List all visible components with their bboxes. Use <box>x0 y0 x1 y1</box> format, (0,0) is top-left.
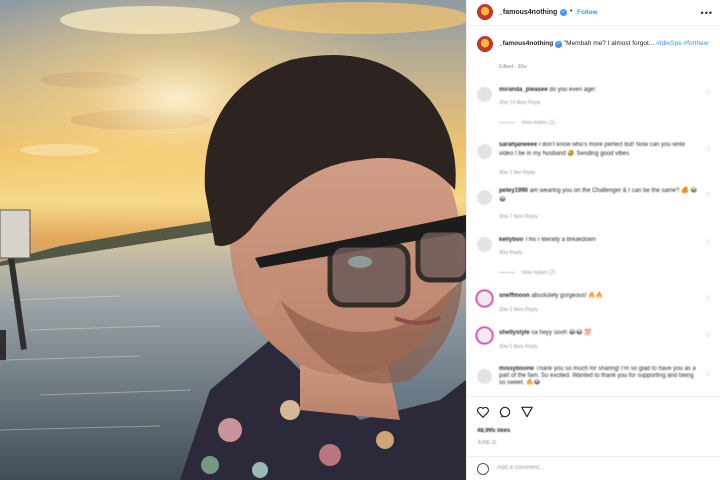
comment-like-icon[interactable]: ♡ <box>706 89 711 96</box>
action-bar <box>467 396 720 426</box>
comment-text: sarahjaneeee I don't know who's more per… <box>499 141 699 159</box>
comment-like-icon[interactable]: ♡ <box>706 371 711 378</box>
comment-avatar[interactable] <box>477 237 492 252</box>
comment-meta: 30w 7 likes Reply <box>499 214 538 220</box>
caption-username[interactable]: _famous4nothing <box>499 40 553 47</box>
verified-badge-icon: ✓ <box>554 41 562 48</box>
caption-avatar[interactable] <box>477 36 493 52</box>
view-replies-button[interactable]: View replies (2) <box>499 270 555 276</box>
comment-text: missyboone Thank you so much for sharing… <box>499 366 699 387</box>
add-comment-bar: Add a comment... <box>467 456 720 480</box>
comment-avatar[interactable] <box>477 190 492 205</box>
comment-avatar[interactable] <box>477 144 492 159</box>
comment-avatar-story[interactable] <box>477 328 492 343</box>
comment-body: absolutely gorgeous! 🔥🔥 <box>531 293 604 299</box>
author-username[interactable]: _famous4nothing <box>499 9 557 16</box>
comment-meta: 30w 2 likes Reply <box>499 307 538 313</box>
caption-text: _famous4nothing ✓ "Membah me? I almost f… <box>499 39 713 49</box>
likes-count[interactable]: 48,995 likes <box>477 428 510 434</box>
emoji-icon[interactable] <box>477 463 489 475</box>
comment-text: miranda_pleasee do you even age! <box>499 86 699 95</box>
add-comment-input[interactable]: Add a comment... <box>497 465 544 471</box>
post-photo <box>0 0 466 480</box>
comment-username[interactable]: missyboone <box>499 366 534 372</box>
caption-meta: Edited · 30w <box>499 64 527 70</box>
comment-text: shellystyle sa heyy oooh 😂😂 💯 <box>499 329 699 338</box>
post-date: JUNE 11 <box>477 440 497 446</box>
comment-icon[interactable] <box>498 405 512 419</box>
caption-hashtags[interactable]: #IdleSpe #forthew <box>656 40 708 47</box>
comment-avatar-story[interactable] <box>477 291 492 306</box>
more-options-icon[interactable]: ••• <box>701 8 713 18</box>
comment-like-icon[interactable]: ♡ <box>706 192 711 199</box>
comment-like-icon[interactable]: ♡ <box>706 239 711 246</box>
comment-like-icon[interactable]: ♡ <box>706 146 711 153</box>
comment-username[interactable]: petey1990 <box>499 188 528 194</box>
comment-like-icon[interactable]: ♡ <box>706 332 711 339</box>
photo-drawing <box>0 0 466 480</box>
comment-body: sa heyy oooh 😂😂 💯 <box>531 330 592 336</box>
comment-text: sneffmoon absolutely gorgeous! 🔥🔥 <box>499 292 699 301</box>
dot-separator: • <box>570 8 573 15</box>
share-icon[interactable] <box>520 405 534 419</box>
comment-body: do you even age! <box>549 87 596 93</box>
follow-button[interactable]: Follow <box>577 9 598 16</box>
comment-avatar[interactable] <box>477 369 492 384</box>
comment-username[interactable]: shellystyle <box>499 330 530 336</box>
comment-avatar[interactable] <box>477 87 492 102</box>
post-header: _famous4nothing ✓ • Follow ••• <box>467 0 720 26</box>
view-replies-button[interactable]: View replies (1) <box>499 120 555 126</box>
post-panel: _famous4nothing ✓ • Follow ••• _famous4n… <box>466 0 720 480</box>
comment-meta: 30w 1 like Reply <box>499 170 536 176</box>
verified-badge-icon: ✓ <box>560 9 567 16</box>
heart-icon[interactable] <box>476 405 490 419</box>
comment-meta: 30w 5 likes Reply <box>499 344 538 350</box>
comment-meta: 30w Reply <box>499 250 523 256</box>
comment-username[interactable]: sneffmoon <box>499 293 530 299</box>
comment-body: am wearing you on the Challenger & I can… <box>499 188 698 203</box>
comment-meta: 30w 14 likes Reply <box>499 100 541 106</box>
comment-username[interactable]: miranda_pleasee <box>499 87 548 93</box>
comment-body: This I literally a breakdown <box>524 237 596 243</box>
caption-body: "Membah me? I almost forgot... <box>563 40 655 47</box>
comment-text: petey1990 am wearing you on the Challeng… <box>499 187 699 205</box>
comment-username[interactable]: kellyboo <box>499 237 523 243</box>
comment-username[interactable]: sarahjaneeee <box>499 142 537 148</box>
comment-like-icon[interactable]: ♡ <box>706 295 711 302</box>
author-avatar[interactable] <box>477 4 493 20</box>
comment-text: kellyboo This I literally a breakdown <box>499 236 699 245</box>
caption: _famous4nothing ✓ "Membah me? I almost f… <box>467 36 720 76</box>
